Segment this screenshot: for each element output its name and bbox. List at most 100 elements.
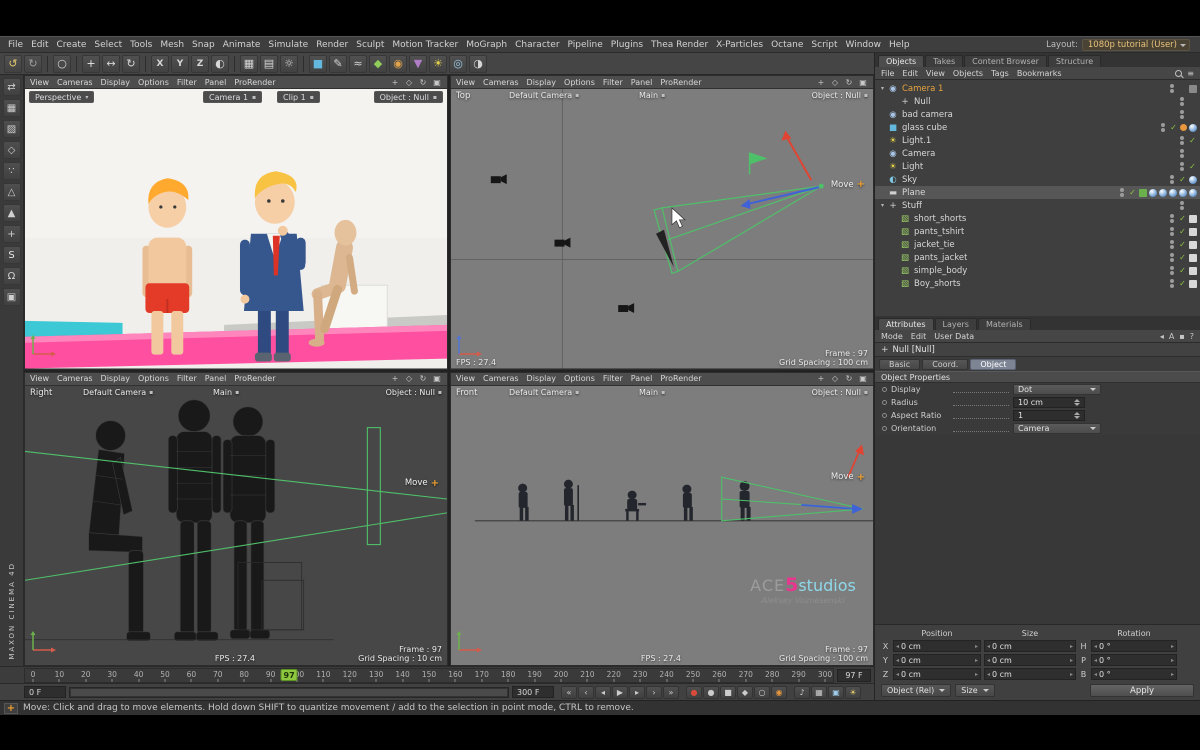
visibility-dots[interactable] (1180, 97, 1184, 106)
viewport-menu-cameras[interactable]: Cameras (57, 374, 93, 383)
menu-snap[interactable]: Snap (188, 40, 219, 50)
object-row-camera[interactable]: ◉Camera (875, 147, 1200, 160)
viewport-menu-display[interactable]: Display (101, 78, 131, 87)
attributes-menu-mode[interactable]: Mode (881, 332, 903, 341)
viewport-top[interactable]: ViewCamerasDisplayOptionsFilterPanelProR… (450, 75, 874, 370)
visibility-dots[interactable] (1170, 266, 1174, 275)
menu-select[interactable]: Select (90, 40, 126, 50)
transform-mode-dropdown[interactable]: Object (Rel) (881, 684, 951, 697)
visibility-dots[interactable] (1170, 227, 1174, 236)
lock-icon[interactable]: ▪ (1179, 332, 1184, 341)
menu-mesh[interactable]: Mesh (156, 40, 188, 50)
viewport-menu-prorender[interactable]: ProRender (660, 374, 701, 383)
spline-icon[interactable]: ≈ (349, 55, 367, 73)
object-row-light[interactable]: ☀Light✓ (875, 160, 1200, 173)
anim-dot[interactable] (882, 413, 887, 418)
scale-icon[interactable]: ↔ (102, 55, 120, 73)
visibility-dots[interactable] (1180, 136, 1184, 145)
timeline-playhead[interactable]: 97 (281, 669, 298, 681)
undo-icon[interactable]: ↺ (4, 55, 22, 73)
filter-icon[interactable]: ≡ (1187, 69, 1194, 78)
cloth-tag-tag[interactable] (1189, 228, 1197, 236)
subtab-coord[interactable]: Coord. (922, 359, 968, 370)
key-rotation-icon[interactable]: ◆ (737, 686, 753, 699)
viewport-menu-cameras[interactable]: Cameras (483, 374, 519, 383)
tab-takes[interactable]: Takes (925, 55, 963, 67)
viewport-front[interactable]: ViewCamerasDisplayOptionsFilterPanelProR… (450, 372, 874, 667)
key-scale-icon[interactable]: ■ (720, 686, 736, 699)
rotate-view-icon[interactable]: ↻ (844, 78, 854, 87)
zoom-view-icon[interactable]: ◇ (830, 374, 840, 383)
viewport-right[interactable]: ViewCamerasDisplayOptionsFilterPanelProR… (24, 372, 448, 667)
anim-dot[interactable] (882, 426, 887, 431)
viewport-menu-display[interactable]: Display (527, 78, 557, 87)
viewport-menu-display[interactable]: Display (101, 374, 131, 383)
enable-check[interactable]: ✓ (1178, 279, 1187, 288)
autokey-button[interactable]: ◉ (771, 686, 787, 699)
maximize-view-icon[interactable]: ▣ (432, 78, 442, 87)
enable-check[interactable]: ✓ (1169, 123, 1178, 132)
visibility-dots[interactable] (1170, 84, 1174, 93)
key-position-icon[interactable]: ● (703, 686, 719, 699)
viewport-menu-panel[interactable]: Panel (205, 374, 227, 383)
light-toggle-icon[interactable]: ☀ (845, 686, 861, 699)
help-icon[interactable]: ? (1190, 332, 1194, 341)
anim-dot[interactable] (882, 400, 887, 405)
environment-icon[interactable]: ☀ (429, 55, 447, 73)
objects-menu-tags[interactable]: Tags (991, 69, 1009, 78)
simulate-icon[interactable]: ◉ (389, 55, 407, 73)
viewport-menu-panel[interactable]: Panel (205, 78, 227, 87)
zoom-view-icon[interactable]: ◇ (404, 374, 414, 383)
viewport-perspective[interactable]: ViewCamerasDisplayOptionsFilterPanelProR… (24, 75, 448, 370)
axis-x-button[interactable]: X (151, 55, 169, 73)
rotate-view-icon[interactable]: ↻ (418, 374, 428, 383)
record-button[interactable]: ● (686, 686, 702, 699)
object-row-pants-jacket[interactable]: ▧pants_jacket✓ (875, 251, 1200, 264)
next-frame-button[interactable]: ▸ (629, 686, 645, 699)
tab-materials[interactable]: Materials (978, 318, 1031, 330)
deformer-icon[interactable]: ▼ (409, 55, 427, 73)
goto-start-button[interactable]: « (561, 686, 577, 699)
make-editable-icon[interactable]: ⇄ (3, 78, 21, 96)
move-icon[interactable]: + (82, 55, 100, 73)
position-x-field[interactable]: ◂0 cm▸ (893, 640, 981, 652)
display-dropdown[interactable]: Dot (1013, 384, 1101, 395)
timeline-scrollbar[interactable] (69, 687, 509, 698)
attributes-menu-edit[interactable]: Edit (911, 332, 927, 341)
solo-mode-icon[interactable]: S (3, 246, 21, 264)
visibility-dots[interactable] (1120, 188, 1124, 197)
visibility-dots[interactable] (1170, 253, 1174, 262)
viewport-menu-filter[interactable]: Filter (603, 374, 623, 383)
rotation-b-field[interactable]: ◂0 °▸ (1091, 668, 1177, 680)
tab-attributes[interactable]: Attributes (878, 318, 934, 330)
objects-menu-bookmarks[interactable]: Bookmarks (1017, 69, 1062, 78)
model-mode-icon[interactable]: ▦ (3, 99, 21, 117)
pen-icon[interactable]: ✎ (329, 55, 347, 73)
orientation-dropdown[interactable]: Camera (1013, 423, 1101, 434)
object-row-plane[interactable]: ▬Plane✓ (875, 186, 1200, 199)
axis-y-button[interactable]: Y (171, 55, 189, 73)
hud-toggle-icon[interactable]: ▦ (811, 686, 827, 699)
menu-help[interactable]: Help (885, 40, 914, 50)
expander-icon[interactable]: ▾ (878, 202, 887, 209)
zoom-view-icon[interactable]: ◇ (404, 78, 414, 87)
maximize-view-icon[interactable]: ▣ (858, 78, 868, 87)
zoom-view-icon[interactable]: ◇ (830, 78, 840, 87)
menu-character[interactable]: Character (511, 40, 563, 50)
texture-mode-icon[interactable]: ▨ (3, 120, 21, 138)
object-row-glass-cube[interactable]: ■glass cube✓ (875, 121, 1200, 134)
cloth-tag-tag[interactable] (1189, 280, 1197, 288)
back-icon[interactable]: ◂ (1160, 332, 1164, 341)
sphere-tag[interactable] (1189, 124, 1197, 132)
end-frame-field[interactable]: 300 F (512, 686, 554, 698)
visibility-dots[interactable] (1180, 149, 1184, 158)
viewport-menu-cameras[interactable]: Cameras (483, 78, 519, 87)
cloth-tag-tag[interactable] (1189, 241, 1197, 249)
render-view-icon[interactable]: ▦ (240, 55, 258, 73)
rotate-view-icon[interactable]: ↻ (418, 78, 428, 87)
menu-simulate[interactable]: Simulate (264, 40, 312, 50)
timeline-ruler[interactable]: 97 0102030405060708090100110120130140150… (24, 668, 834, 683)
cloth-tag-tag[interactable] (1189, 267, 1197, 275)
viewport-menu-prorender[interactable]: ProRender (234, 374, 275, 383)
green-square-tag[interactable] (1139, 189, 1147, 197)
